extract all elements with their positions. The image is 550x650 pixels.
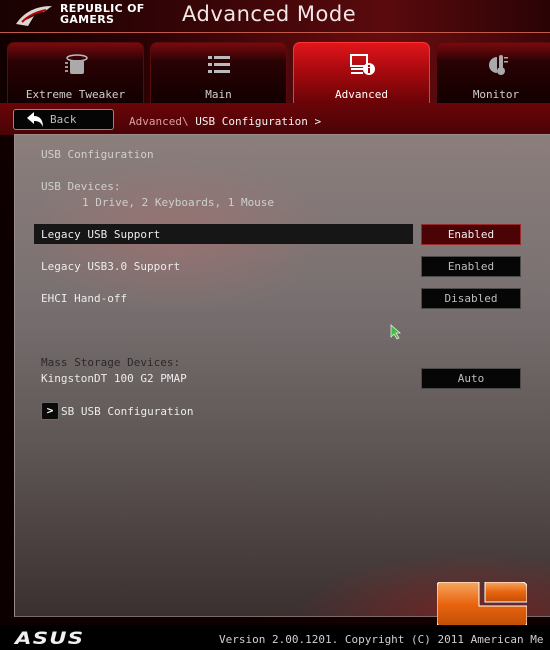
tab-label: Monitor xyxy=(472,88,520,101)
rog-logo-icon xyxy=(16,6,52,26)
ehci-handoff-select[interactable]: Disabled xyxy=(421,288,521,309)
section-title: USB Configuration xyxy=(41,148,154,161)
setting-label-legacy-usb[interactable]: Legacy USB Support xyxy=(41,228,160,241)
mass-storage-device[interactable]: KingstonDT 100 G2 PMAP xyxy=(41,372,187,385)
back-label: Back xyxy=(50,113,77,126)
tab-advanced[interactable]: Advanced xyxy=(293,42,430,103)
tab-label: Main xyxy=(205,88,232,101)
setting-label-legacy-usb3[interactable]: Legacy USB3.0 Support xyxy=(41,260,180,273)
tab-monitor[interactable]: Monitor xyxy=(436,42,550,103)
legacy-usb-support-select[interactable]: Enabled xyxy=(421,224,521,245)
usb-devices-label: USB Devices: xyxy=(41,180,121,193)
back-arrow-icon xyxy=(27,112,43,127)
tab-extreme-tweaker[interactable]: Extreme Tweaker xyxy=(7,42,144,103)
mass-storage-emulation-select[interactable]: Auto xyxy=(421,368,521,389)
header: REPUBLIC OF GAMERS Advanced Mode xyxy=(0,0,550,33)
tab-label: Extreme Tweaker xyxy=(25,88,126,101)
submenu-arrow-icon[interactable]: > xyxy=(41,402,59,420)
breadcrumb-current: USB Configuration > xyxy=(195,115,322,128)
breadcrumb: Advanced\ USB Configuration > xyxy=(129,115,321,128)
list-icon xyxy=(207,56,230,73)
bios-window: REPUBLIC OF GAMERS Advanced Mode Extreme… xyxy=(0,0,550,650)
cpu-cooler-icon xyxy=(64,54,88,74)
back-button[interactable]: Back xyxy=(13,109,114,130)
watermark-logo-icon xyxy=(437,582,527,626)
mass-storage-label: Mass Storage Devices: xyxy=(41,356,181,369)
nav-bar: Back Advanced\ USB Configuration > xyxy=(0,103,550,135)
computer-info-icon xyxy=(349,54,375,75)
tab-main[interactable]: Main xyxy=(150,42,287,103)
settings-panel: USB Configuration USB Devices: 1 Drive, … xyxy=(14,134,550,617)
asus-logo: ASUS xyxy=(15,629,85,649)
gauge-thermometer-icon xyxy=(489,55,508,75)
mouse-cursor-icon xyxy=(390,324,402,340)
mode-title: Advanced Mode xyxy=(182,2,357,26)
brand-name: REPUBLIC OF GAMERS xyxy=(60,3,145,25)
tab-label: Advanced xyxy=(335,88,388,101)
breadcrumb-parent[interactable]: Advanced\ xyxy=(129,115,195,128)
version-text: Version 2.00.1201. Copyright (C) 2011 Am… xyxy=(219,633,544,646)
footer: ASUS Version 2.00.1201. Copyright (C) 20… xyxy=(0,625,550,650)
brand-line-2: GAMERS xyxy=(60,13,115,26)
tab-bar: Extreme Tweaker Main Advanced Monitor xyxy=(0,40,550,103)
sb-usb-configuration-link[interactable]: SB USB Configuration xyxy=(61,405,193,418)
legacy-usb3-support-select[interactable]: Enabled xyxy=(421,256,521,277)
setting-label-ehci-handoff[interactable]: EHCI Hand-off xyxy=(41,292,127,305)
usb-devices-value: 1 Drive, 2 Keyboards, 1 Mouse xyxy=(82,196,275,209)
